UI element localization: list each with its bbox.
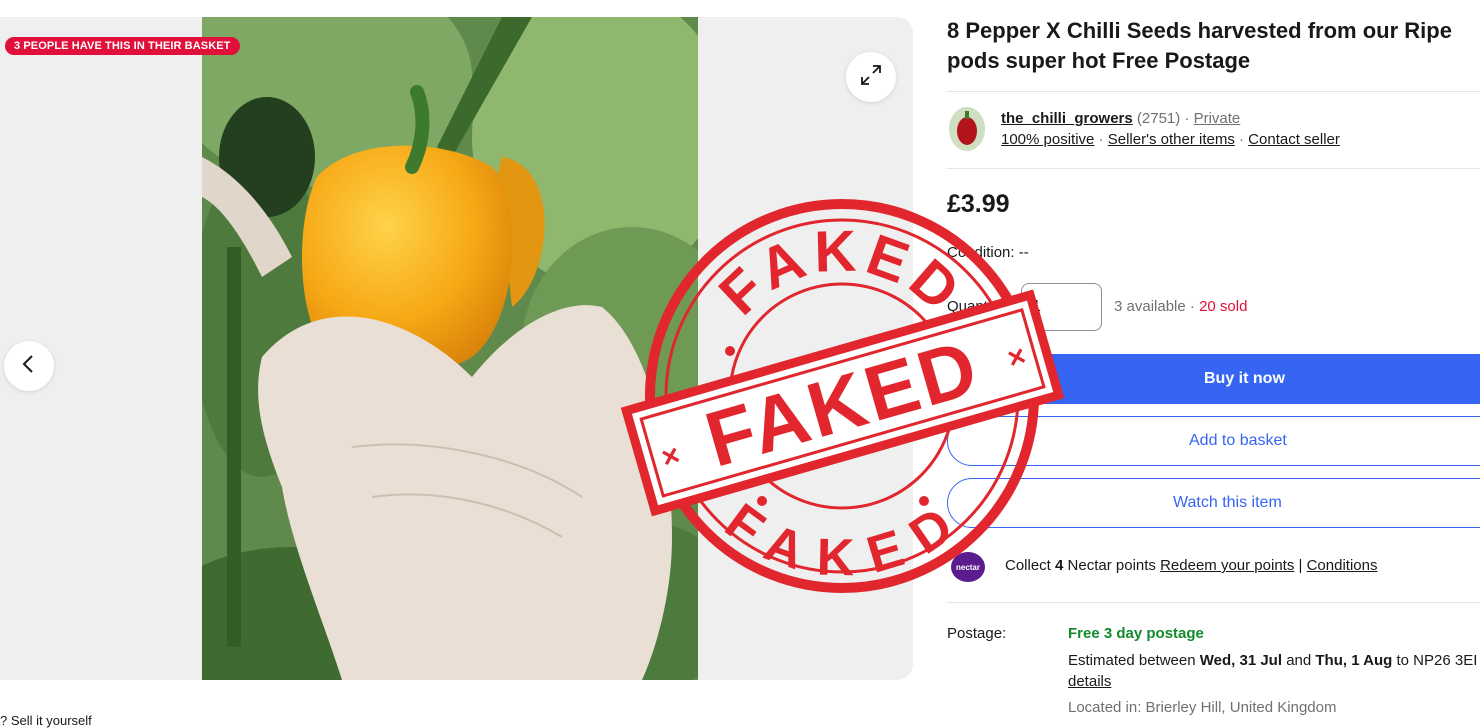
contact-seller-link[interactable]: Contact seller bbox=[1248, 131, 1340, 148]
postage-label: Postage: bbox=[947, 625, 1007, 642]
condition: Condition: -- bbox=[947, 244, 1029, 261]
price: £3.99 bbox=[947, 190, 1010, 218]
available-count: 3 available bbox=[1114, 298, 1186, 315]
divider bbox=[947, 602, 1480, 603]
expand-image-button[interactable] bbox=[846, 52, 896, 102]
nectar-collect-suffix: Nectar points bbox=[1067, 557, 1156, 574]
chilli-photo-illustration bbox=[202, 17, 698, 680]
product-photo[interactable] bbox=[202, 17, 698, 680]
next-image-button[interactable] bbox=[846, 341, 896, 391]
seller-info: the_chilli_growers (2751) · Private bbox=[1001, 110, 1241, 127]
nectar-conditions-link[interactable]: Conditions bbox=[1307, 557, 1378, 574]
divider bbox=[947, 168, 1480, 169]
seller-other-items-link[interactable]: Seller's other items bbox=[1108, 131, 1235, 148]
basket-count-badge: 3 PEOPLE HAVE THIS IN THEIR BASKET bbox=[5, 37, 240, 55]
estimate-date-1: Wed, 31 Jul bbox=[1199, 652, 1283, 669]
previous-image-button[interactable] bbox=[4, 341, 54, 391]
sold-count: 20 sold bbox=[1199, 298, 1248, 315]
estimate-postcode: to NP26 3EI bbox=[1396, 652, 1478, 669]
estimate-prefix: Estimated between bbox=[1068, 652, 1196, 669]
seller-avatar[interactable] bbox=[949, 107, 985, 151]
expand-icon bbox=[859, 63, 883, 92]
postage-details-link[interactable]: details bbox=[1068, 673, 1111, 690]
nectar-points-value: 4 bbox=[1055, 557, 1064, 574]
listing-title-line-1: 8 Pepper X Chilli Seeds harvested from o… bbox=[947, 18, 1452, 43]
quantity-input[interactable] bbox=[1021, 283, 1102, 331]
add-to-basket-button[interactable]: Add to basket bbox=[947, 416, 1480, 466]
nectar-points: Collect 4 Nectar points Redeem your poin… bbox=[1005, 557, 1377, 574]
estimate-and: and bbox=[1286, 652, 1312, 669]
divider bbox=[947, 91, 1480, 92]
seller-positive-link[interactable]: 100% positive bbox=[1001, 131, 1094, 148]
chevron-right-icon bbox=[863, 354, 879, 379]
item-location: Located in: Brierley Hill, United Kingdo… bbox=[1068, 699, 1337, 716]
nectar-collect: Collect bbox=[1005, 557, 1051, 574]
redeem-points-link[interactable]: Redeem your points bbox=[1160, 557, 1294, 574]
listing-title-line-2: pods super hot Free Postage bbox=[947, 48, 1251, 73]
postage-service: Free 3 day postage bbox=[1068, 625, 1204, 642]
listing-title: 8 Pepper X Chilli Seeds harvested from o… bbox=[947, 16, 1480, 76]
delivery-estimate: Estimated between Wed, 31 Jul and Thu, 1… bbox=[1068, 652, 1477, 669]
chevron-left-icon bbox=[21, 354, 37, 379]
availability: 3 available · 20 sold bbox=[1114, 298, 1248, 315]
estimate-date-2: Thu, 1 Aug bbox=[1315, 652, 1393, 669]
seller-links: 100% positive · Seller's other items · C… bbox=[1001, 131, 1340, 148]
watch-item-button[interactable]: Watch this item bbox=[947, 478, 1480, 528]
condition-value: -- bbox=[1018, 244, 1029, 261]
seller-name-link[interactable]: the_chilli_growers bbox=[1001, 110, 1133, 127]
nectar-separator: | bbox=[1298, 557, 1303, 574]
seller-feedback-count: (2751) bbox=[1136, 110, 1181, 127]
sell-it-yourself-link[interactable]: ? Sell it yourself bbox=[0, 713, 92, 728]
buy-it-now-button[interactable]: Buy it now bbox=[947, 354, 1480, 404]
seller-type-link[interactable]: Private bbox=[1194, 110, 1241, 127]
nectar-logo: nectar bbox=[951, 552, 985, 582]
condition-label: Condition: bbox=[947, 244, 1015, 261]
image-gallery: 3 PEOPLE HAVE THIS IN THEIR BASKET bbox=[0, 17, 913, 680]
quantity-label: Quantity: bbox=[947, 298, 1008, 315]
